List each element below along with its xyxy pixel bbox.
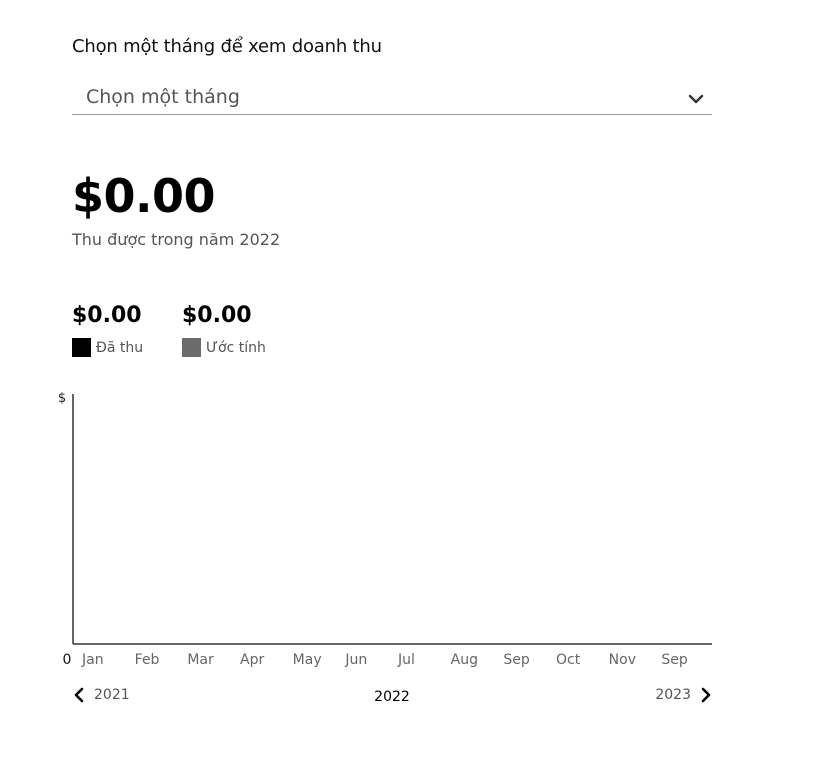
month-select-placeholder: Chọn một tháng [86, 86, 240, 108]
collected-summary: $0.00 Đã thu [72, 302, 143, 357]
x-tick-label: Jan [81, 652, 104, 668]
x-tick-label: Sep [661, 652, 688, 668]
x-tick-label: Mar [187, 652, 214, 668]
revenue-chart: $ 0 Jan Feb Mar Apr May Jun Jul Aug Sep Oct Nov Sep [0, 380, 831, 680]
x-tick-label: Apr [240, 652, 264, 668]
x-tick-label: Aug [451, 652, 478, 668]
y-tick-label: 0 [63, 652, 72, 668]
estimate-legend: Ước tính [182, 338, 266, 357]
month-select[interactable]: Chọn một tháng [72, 82, 712, 115]
x-tick-labels: Jan Feb Mar Apr May Jun Jul Aug Sep Oct Nov Sep [81, 652, 688, 668]
y-axis-unit-label: $ [58, 391, 66, 406]
x-tick-label: Sep [503, 652, 530, 668]
collected-label: Đã thu [96, 339, 144, 356]
next-year-button[interactable]: 2023 [655, 686, 713, 704]
x-tick-label: Oct [556, 652, 581, 668]
x-tick-label: Jul [397, 652, 415, 668]
chevron-down-icon [688, 94, 704, 104]
estimate-label: Ước tính [206, 339, 266, 356]
collected-legend: Đã thu [72, 338, 143, 357]
month-select-label: Chọn một tháng để xem doanh thu [72, 36, 382, 57]
estimate-amount: $0.00 [182, 303, 252, 328]
revenue-chart-svg: $ 0 Jan Feb Mar Apr May Jun Jul Aug Sep Oct Nov Sep [58, 391, 712, 668]
total-revenue-amount: $0.00 [72, 169, 216, 223]
chevron-right-icon [701, 687, 711, 703]
estimate-summary: $0.00 Ước tính [182, 302, 266, 357]
x-tick-label: Feb [135, 652, 160, 668]
collected-swatch [72, 338, 91, 357]
next-year-label: 2023 [655, 687, 691, 703]
x-tick-label: Nov [609, 652, 636, 668]
total-revenue-caption: Thu được trong năm 2022 [72, 230, 281, 249]
x-tick-label: Jun [344, 652, 367, 668]
estimate-swatch [182, 338, 201, 357]
x-tick-label: May [293, 652, 322, 668]
collected-amount: $0.00 [72, 303, 142, 328]
